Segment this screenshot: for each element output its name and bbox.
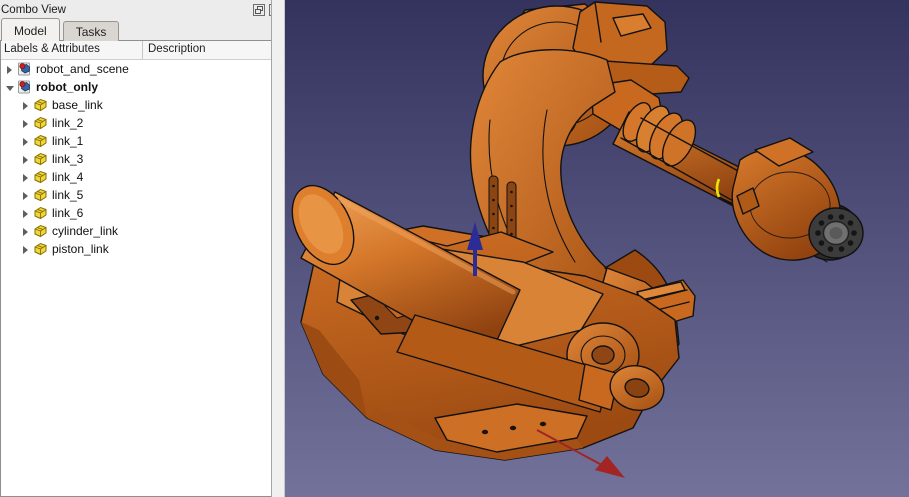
- tree-item-link_3[interactable]: link_3: [1, 150, 271, 168]
- tree-item-robot_and_scene[interactable]: robot_and_scene: [1, 60, 271, 78]
- tree-item-robot_only[interactable]: robot_only: [1, 78, 271, 96]
- 3d-scene: [285, 0, 909, 497]
- part-icon: [33, 116, 48, 130]
- part-icon: [33, 98, 48, 112]
- tab-tasks[interactable]: Tasks: [63, 21, 120, 41]
- tree-item-label: link_5: [52, 188, 83, 202]
- part-icon: [33, 134, 48, 148]
- part-icon: [33, 224, 48, 238]
- float-button[interactable]: [252, 3, 266, 16]
- chevron-right-icon[interactable]: [21, 190, 32, 201]
- document-icon: [17, 80, 32, 94]
- tree-item-link_6[interactable]: link_6: [1, 204, 271, 222]
- 3d-viewport[interactable]: [285, 0, 909, 497]
- part-icon: [33, 188, 48, 202]
- tree-item-base_link[interactable]: base_link: [1, 96, 271, 114]
- tree-item-cylinder_link[interactable]: cylinder_link: [1, 222, 271, 240]
- tab-model[interactable]: Model: [1, 18, 60, 41]
- panel-tabs: ModelTasks: [0, 18, 285, 41]
- tree-item-label: robot_only: [36, 80, 98, 94]
- float-icon: [253, 4, 265, 16]
- part-icon: [33, 242, 48, 256]
- panel-titlebar: Combo View: [0, 0, 285, 18]
- tree-item-link_5[interactable]: link_5: [1, 186, 271, 204]
- tree-item-link_4[interactable]: link_4: [1, 168, 271, 186]
- combo-view-panel: Combo View ModelTasks Labels & Attribute…: [0, 0, 285, 497]
- document-icon: [17, 62, 32, 76]
- tree-item-link_1[interactable]: link_1: [1, 132, 271, 150]
- chevron-right-icon[interactable]: [21, 244, 32, 255]
- tree-item-label: link_3: [52, 152, 83, 166]
- chevron-right-icon[interactable]: [21, 100, 32, 111]
- chevron-right-icon[interactable]: [5, 64, 16, 75]
- tree-item-label: link_1: [52, 134, 83, 148]
- part-icon: [33, 170, 48, 184]
- tree-item-label: cylinder_link: [52, 224, 118, 238]
- chevron-right-icon[interactable]: [21, 136, 32, 147]
- chevron-right-icon[interactable]: [21, 118, 32, 129]
- part-icon: [33, 152, 48, 166]
- model-tree-pane: Labels & Attributes Description robot_an…: [0, 40, 272, 497]
- description-column-header[interactable]: Description: [143, 41, 271, 59]
- chevron-down-icon[interactable]: [5, 82, 16, 93]
- tree-item-link_2[interactable]: link_2: [1, 114, 271, 132]
- tree-header: Labels & Attributes Description: [1, 41, 271, 60]
- tree-item-label: link_6: [52, 206, 83, 220]
- tree-item-label: base_link: [52, 98, 103, 112]
- tree-item-label: link_4: [52, 170, 83, 184]
- part-icon: [33, 206, 48, 220]
- panel-title: Combo View: [1, 4, 250, 16]
- labels-column-header[interactable]: Labels & Attributes: [1, 41, 143, 59]
- chevron-right-icon[interactable]: [21, 154, 32, 165]
- chevron-right-icon[interactable]: [21, 172, 32, 183]
- chevron-right-icon[interactable]: [21, 208, 32, 219]
- chevron-right-icon[interactable]: [21, 226, 32, 237]
- tree-item-piston_link[interactable]: piston_link: [1, 240, 271, 258]
- tree-item-label: robot_and_scene: [36, 62, 129, 76]
- tree-item-label: link_2: [52, 116, 83, 130]
- tree-item-label: piston_link: [52, 242, 109, 256]
- model-tree: robot_and_scene robot_only base_link link_2…: [1, 60, 271, 258]
- dock-splitter[interactable]: [271, 0, 285, 497]
- tool-flange[interactable]: [809, 208, 863, 258]
